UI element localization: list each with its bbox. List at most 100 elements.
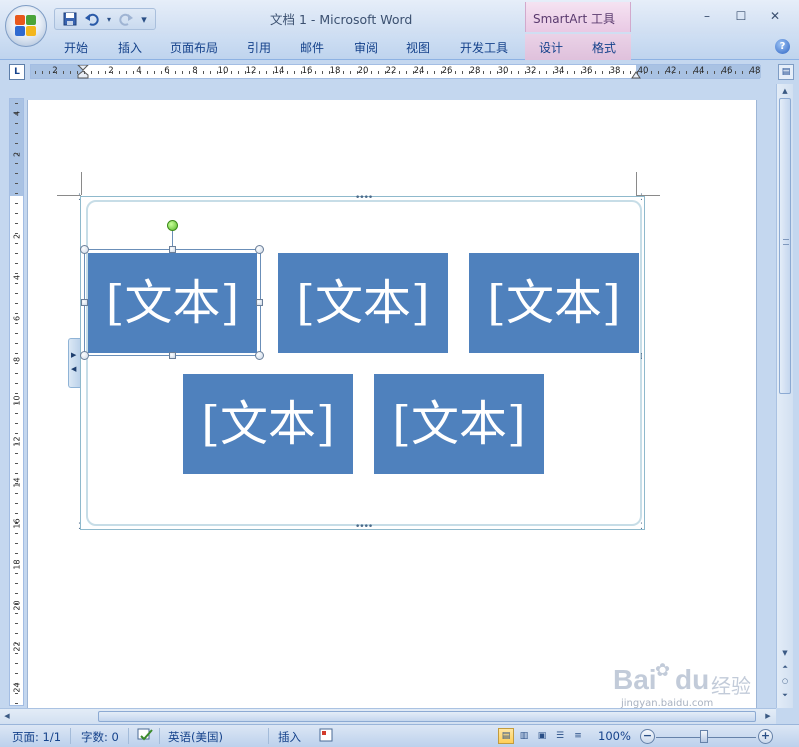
help-icon[interactable]: ? <box>775 39 790 54</box>
ruler-tick <box>231 71 232 74</box>
customize-qat-icon[interactable]: ▾ <box>139 11 149 27</box>
ruler-tick <box>469 71 470 74</box>
browse-object-icon[interactable]: ○ <box>778 674 792 688</box>
frame-handle-bottom-right[interactable]: ⁚ <box>640 523 643 532</box>
ruler-tick <box>15 483 18 484</box>
frame-handle-top[interactable]: •••• <box>355 194 373 203</box>
ruler-tick <box>378 71 379 74</box>
ruler-tick <box>15 343 18 344</box>
tab-mailings[interactable]: 邮件 <box>300 39 324 56</box>
indent-marker-icon[interactable] <box>77 65 89 79</box>
tab-view[interactable]: 视图 <box>406 39 430 56</box>
frame-handle-top-right[interactable]: ⁚ <box>640 194 643 203</box>
ruler-tick <box>15 633 18 634</box>
resize-handle-s[interactable] <box>169 352 176 359</box>
frame-handle-top-left[interactable]: ⁚ <box>78 194 81 203</box>
smartart-shape-2[interactable]: [文本] <box>278 253 448 353</box>
ruler-tick <box>294 71 295 74</box>
tab-format[interactable]: 格式 <box>592 39 616 56</box>
office-button[interactable] <box>5 5 47 47</box>
previous-page-icon[interactable]: ⏶ <box>778 660 792 674</box>
zoom-level[interactable]: 100% <box>598 729 631 743</box>
print-layout-view-icon[interactable]: ▤ <box>498 728 514 744</box>
scroll-right-icon[interactable]: ▶ <box>761 709 775 724</box>
resize-handle-e[interactable] <box>256 299 263 306</box>
smartart-shape-4[interactable]: [文本] <box>183 374 353 474</box>
ruler-tick <box>532 71 533 74</box>
ruler-tick <box>15 353 18 354</box>
ruler-tick <box>308 71 309 74</box>
office-logo-icon <box>15 15 37 37</box>
vertical-ruler[interactable]: 4224681012141618202224 <box>9 98 24 706</box>
view-ruler-button[interactable]: ▤ <box>778 64 794 80</box>
resize-handle-sw[interactable] <box>80 351 89 360</box>
horizontal-scrollbar[interactable]: ◀ ▶ <box>0 708 776 724</box>
frame-handle-right[interactable]: ⁞ <box>640 353 643 362</box>
minimize-button[interactable]: – <box>694 6 720 26</box>
full-screen-reading-icon[interactable]: ▥ <box>516 728 532 744</box>
tab-design[interactable]: 设计 <box>539 39 563 56</box>
tab-references[interactable]: 引用 <box>247 39 271 56</box>
ruler-tick <box>15 313 18 314</box>
outline-view-icon[interactable]: ☰ <box>552 728 568 744</box>
selection-outline <box>84 249 261 356</box>
zoom-in-button[interactable]: + <box>758 729 773 744</box>
ruler-tick <box>15 523 18 524</box>
frame-handle-bottom[interactable]: •••• <box>355 523 373 532</box>
draft-view-icon[interactable]: ≡ <box>570 728 586 744</box>
text-pane-toggle[interactable]: ▶ ◀ <box>68 338 80 388</box>
horizontal-ruler[interactable]: 2 2 4 6 8 10 12 14 16 18 20 22 24 26 28 30 32 34 36 38 40 42 4… <box>30 64 761 79</box>
redo-icon[interactable] <box>117 11 135 27</box>
close-button[interactable]: ✕ <box>762 6 788 26</box>
resize-handle-w[interactable] <box>81 299 88 306</box>
ruler-tick <box>91 71 92 74</box>
proofing-icon[interactable] <box>136 727 154 746</box>
ruler-tick <box>15 493 18 494</box>
zoom-slider-thumb[interactable] <box>700 730 708 743</box>
resize-handle-n[interactable] <box>169 246 176 253</box>
scroll-down-icon[interactable]: ▼ <box>778 646 792 660</box>
vertical-scroll-thumb[interactable] <box>779 98 791 394</box>
tab-review[interactable]: 审阅 <box>354 39 378 56</box>
next-page-icon[interactable]: ⏷ <box>778 688 792 702</box>
word-count[interactable]: 字数: 0 <box>81 729 119 745</box>
ruler-number: 20 <box>12 600 22 611</box>
tab-home[interactable]: 开始 <box>64 39 88 56</box>
ruler-tick <box>105 71 106 74</box>
tab-insert[interactable]: 插入 <box>118 39 142 56</box>
language-indicator[interactable]: 英语(美国) <box>168 729 223 745</box>
ruler-tick <box>336 71 337 74</box>
ruler-tick <box>42 71 43 74</box>
maximize-button[interactable]: ☐ <box>728 6 754 26</box>
resize-handle-nw[interactable] <box>80 245 89 254</box>
ruler-tick <box>15 423 18 424</box>
smartart-tools-header: SmartArt 工具 <box>525 2 631 32</box>
tab-page-layout[interactable]: 页面布局 <box>170 39 218 56</box>
resize-handle-se[interactable] <box>255 351 264 360</box>
save-icon[interactable] <box>61 11 79 27</box>
ruler-tick <box>413 71 414 74</box>
macro-record-icon[interactable] <box>318 727 334 746</box>
rotation-handle[interactable] <box>167 220 178 231</box>
vertical-scrollbar[interactable]: ▲ ▼ ⏶ ○ ⏷ <box>776 84 793 708</box>
web-layout-icon[interactable]: ▣ <box>534 728 550 744</box>
insert-mode[interactable]: 插入 <box>278 729 301 745</box>
horizontal-scroll-thumb[interactable] <box>98 711 756 722</box>
ruler-tick <box>15 233 18 234</box>
scroll-left-icon[interactable]: ◀ <box>0 709 14 724</box>
zoom-out-button[interactable]: − <box>640 729 655 744</box>
frame-handle-bottom-left[interactable]: ⁚ <box>78 523 81 532</box>
undo-dropdown-icon[interactable]: ▾ <box>105 11 113 27</box>
page-count[interactable]: 页面: 1/1 <box>12 729 61 745</box>
ruler-tick <box>497 71 498 74</box>
resize-handle-ne[interactable] <box>255 245 264 254</box>
undo-icon[interactable] <box>83 11 101 27</box>
smartart-shape-5[interactable]: [文本] <box>374 374 544 474</box>
tab-developer[interactable]: 开发工具 <box>460 39 508 56</box>
ruler-tick <box>15 223 18 224</box>
crop-mark <box>81 172 82 195</box>
smartart-shape-3[interactable]: [文本] <box>469 253 639 353</box>
tab-selector-button[interactable]: L <box>9 64 25 80</box>
ruler-tick <box>301 71 302 74</box>
scroll-up-icon[interactable]: ▲ <box>778 84 792 98</box>
